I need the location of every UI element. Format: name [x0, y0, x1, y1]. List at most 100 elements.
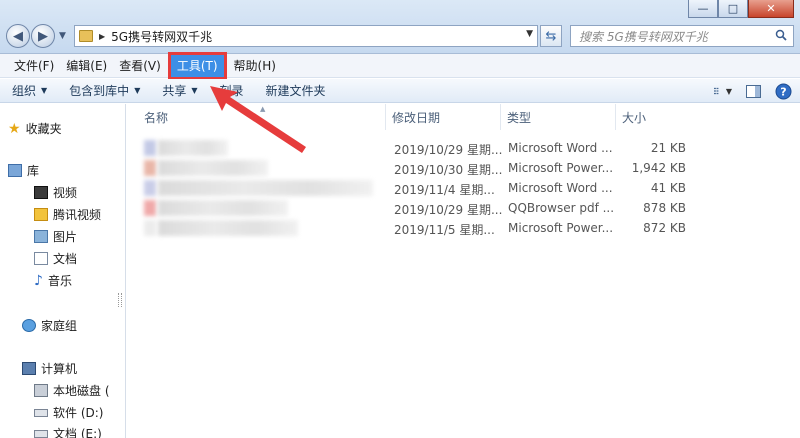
- file-size: 878 KB: [643, 201, 686, 215]
- file-icon: [144, 200, 156, 216]
- new-folder-button[interactable]: 新建文件夹: [266, 82, 326, 99]
- file-icon: [144, 160, 156, 176]
- video-icon: [34, 186, 48, 199]
- column-header-size[interactable]: 大小: [616, 104, 691, 130]
- change-view-button[interactable]: ▼: [714, 82, 732, 100]
- file-row[interactable]: 2019/11/5 星期... Microsoft Power... 872 K…: [126, 218, 800, 238]
- organize-button[interactable]: 组织 ▼: [12, 82, 47, 99]
- sidebar-item-label: 计算机: [41, 362, 78, 376]
- sidebar-item-favorites[interactable]: ★ 收藏夹: [8, 120, 62, 137]
- column-header-name[interactable]: 名称: [138, 104, 386, 130]
- file-type: Microsoft Word ...: [508, 181, 613, 195]
- file-row[interactable]: 2019/10/30 星期... Microsoft Power... 1,94…: [126, 158, 800, 178]
- help-button[interactable]: ?: [774, 82, 792, 100]
- column-header-type[interactable]: 类型: [501, 104, 616, 130]
- sidebar-item-videos[interactable]: 视频: [34, 184, 77, 201]
- sidebar-item-drive-e[interactable]: 文档 (E:): [34, 425, 102, 438]
- file-modified: 2019/10/30 星期...: [394, 163, 503, 177]
- refresh-button[interactable]: ⇆: [540, 25, 562, 47]
- sidebar-item-library[interactable]: 库: [8, 162, 39, 179]
- column-header-modified[interactable]: 修改日期: [386, 104, 501, 130]
- search-placeholder: 搜索 5G携号转网双千兆: [579, 29, 708, 44]
- close-button[interactable]: ✕: [748, 0, 794, 18]
- forward-button[interactable]: ▶: [31, 24, 55, 48]
- menu-tools[interactable]: 工具(T): [167, 51, 227, 80]
- address-bar[interactable]: ▶ 5G携号转网双千兆 ▼: [74, 25, 538, 47]
- menu-bar: 文件(F) 编辑(E) 查看(V) 工具(T) 帮助(H): [0, 51, 800, 80]
- preview-pane-icon: [745, 84, 761, 98]
- sidebar-item-tencent-video[interactable]: 腾讯视频: [34, 206, 101, 223]
- sidebar-item-label: 视频: [53, 186, 78, 200]
- drive-icon: [34, 429, 48, 438]
- file-row[interactable]: 2019/10/29 星期... Microsoft Word ... 21 K…: [126, 138, 800, 158]
- sidebar-item-homegroup[interactable]: 家庭组: [22, 317, 77, 334]
- refresh-icon: ⇆: [545, 28, 557, 44]
- sidebar-item-label: 收藏夹: [25, 122, 62, 136]
- sidebar-item-label: 家庭组: [41, 319, 78, 333]
- breadcrumb-separator-icon[interactable]: ▶: [99, 32, 105, 41]
- homegroup-icon: [22, 319, 36, 332]
- navigation-buttons: ◀ ▶ ▼: [6, 24, 66, 48]
- file-type: Microsoft Word ...: [508, 141, 613, 155]
- file-size: 21 KB: [650, 141, 686, 155]
- menu-edit[interactable]: 编辑(E): [60, 55, 113, 77]
- sidebar-item-label: 本地磁盘 (: [53, 384, 110, 398]
- sidebar-item-documents[interactable]: 文档: [34, 250, 77, 267]
- column-header-label: 修改日期: [392, 110, 441, 125]
- back-button[interactable]: ◀: [6, 24, 30, 48]
- sidebar-item-label: 文档: [53, 252, 78, 266]
- share-button[interactable]: 共享 ▼: [162, 82, 197, 99]
- address-history-dropdown-icon[interactable]: ▼: [526, 29, 533, 39]
- file-name-obscured: [158, 200, 288, 216]
- share-label: 共享: [162, 84, 187, 98]
- sidebar-item-label: 腾讯视频: [53, 208, 102, 222]
- menu-file[interactable]: 文件(F): [8, 55, 60, 77]
- drive-icon: [34, 384, 48, 397]
- sidebar-item-pictures[interactable]: 图片: [34, 228, 77, 245]
- command-bar: 组织 ▼ 包含到库中 ▼ 共享 ▼ 刻录 新建文件夹 ▼ ?: [0, 79, 800, 103]
- file-name-obscured: [158, 180, 373, 196]
- file-row[interactable]: 2019/11/4 星期... Microsoft Word ... 41 KB: [126, 178, 800, 198]
- maximize-button[interactable]: □: [718, 0, 748, 18]
- title-bar: — □ ✕ ◀ ▶ ▼ ▶ 5G携号转网双千兆 ▼ ⇆ 搜索 5G携号转网双千兆: [0, 0, 800, 54]
- file-size: 1,942 KB: [631, 161, 686, 175]
- svg-text:?: ?: [780, 85, 786, 98]
- sidebar-item-local-disk[interactable]: 本地磁盘 (: [34, 382, 110, 399]
- file-icon: [144, 180, 156, 196]
- search-icon[interactable]: [775, 29, 787, 41]
- minimize-button[interactable]: —: [688, 0, 718, 18]
- sidebar-item-label: 音乐: [47, 274, 72, 288]
- include-library-label: 包含到库中: [69, 84, 130, 98]
- address-path[interactable]: 5G携号转网双千兆: [111, 28, 212, 45]
- sidebar-item-drive-d[interactable]: 软件 (D:): [34, 404, 103, 421]
- organize-label: 组织: [12, 84, 37, 98]
- include-in-library-button[interactable]: 包含到库中 ▼: [69, 82, 140, 99]
- chevron-down-icon: ▼: [725, 86, 732, 96]
- star-icon: ★: [8, 120, 21, 137]
- file-modified: 2019/11/5 星期...: [394, 223, 495, 237]
- file-type: Microsoft Power...: [508, 161, 614, 175]
- menu-help[interactable]: 帮助(H): [228, 55, 282, 77]
- file-type: QQBrowser pdf ...: [508, 201, 615, 215]
- navigation-pane: ★ 收藏夹 库 视频 腾讯视频 图片 文档 ♪ 音乐 家庭组 计算机 本地磁盘 …: [0, 104, 126, 438]
- sidebar-item-label: 文档 (E:): [53, 427, 102, 438]
- file-size: 41 KB: [650, 181, 686, 195]
- window-controls: — □ ✕: [688, 0, 794, 18]
- recent-pages-dropdown-icon[interactable]: ▼: [59, 31, 66, 41]
- sidebar-item-music[interactable]: ♪ 音乐: [34, 272, 72, 289]
- burn-label: 刻录: [219, 84, 244, 98]
- menu-view[interactable]: 查看(V): [113, 55, 167, 77]
- library-icon: [8, 164, 22, 177]
- file-size: 872 KB: [643, 221, 686, 235]
- file-row[interactable]: 2019/10/29 星期... QQBrowser pdf ... 878 K…: [126, 198, 800, 218]
- preview-pane-button[interactable]: [744, 82, 762, 100]
- sidebar-item-label: 软件 (D:): [53, 406, 104, 420]
- sidebar-item-computer[interactable]: 计算机: [22, 360, 77, 377]
- burn-button[interactable]: 刻录: [220, 82, 244, 99]
- file-icon: [144, 220, 156, 236]
- column-header-label: 大小: [622, 110, 647, 125]
- chevron-down-icon: ▼: [134, 86, 141, 95]
- search-input[interactable]: 搜索 5G携号转网双千兆: [570, 25, 794, 47]
- pane-splitter-grip[interactable]: [118, 293, 122, 307]
- file-icon: [144, 140, 156, 156]
